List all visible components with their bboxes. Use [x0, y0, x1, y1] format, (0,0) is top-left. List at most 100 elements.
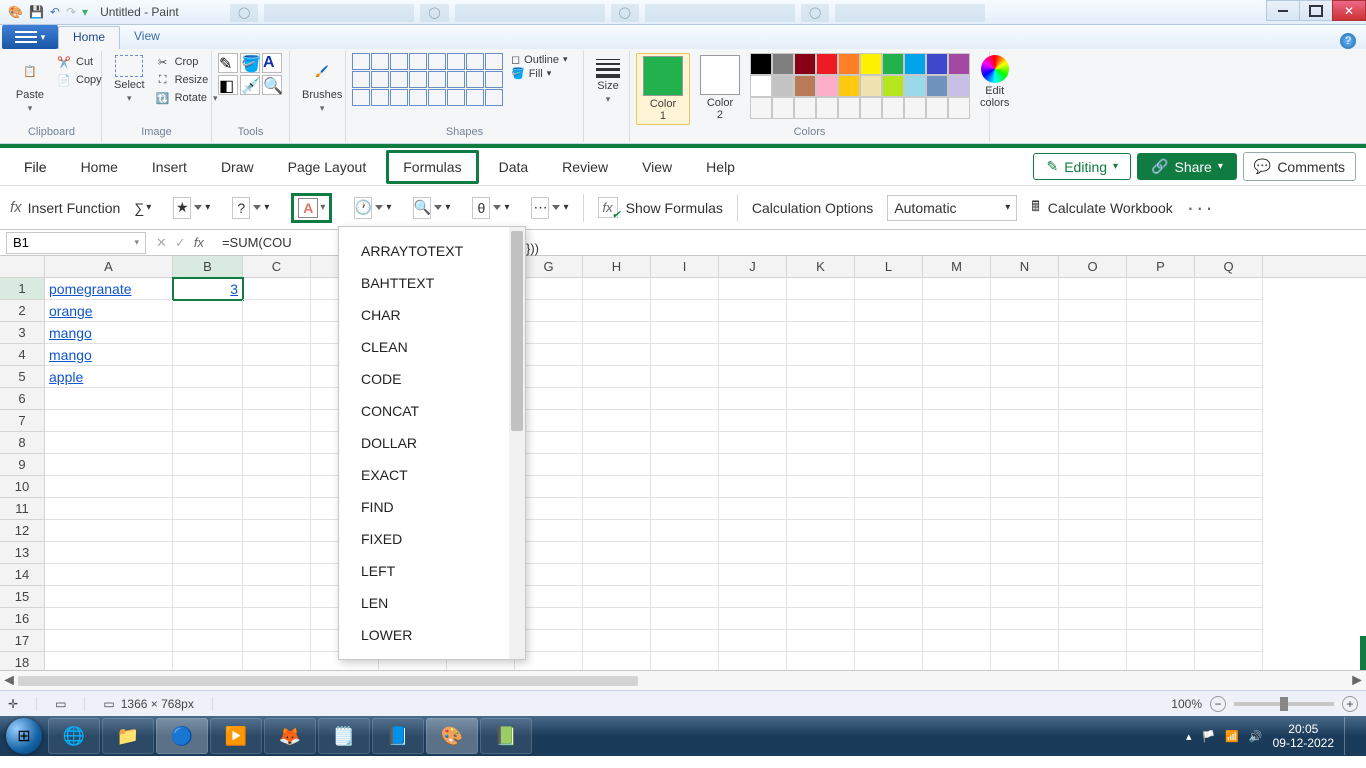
cell-J9[interactable]	[719, 454, 787, 476]
cell-Q9[interactable]	[1195, 454, 1263, 476]
help-icon[interactable]: ?	[1340, 33, 1356, 49]
cell-K15[interactable]	[787, 586, 855, 608]
tools-grid[interactable]: ✎ 🪣 A ◧ 💉 🔍	[218, 53, 282, 95]
color-swatch[interactable]	[860, 75, 882, 97]
cell-P3[interactable]	[1127, 322, 1195, 344]
cell-B11[interactable]	[173, 498, 243, 520]
row-header[interactable]: 15	[0, 586, 45, 608]
cell-I17[interactable]	[651, 630, 719, 652]
cell-A12[interactable]	[45, 520, 173, 542]
cell-I9[interactable]	[651, 454, 719, 476]
cell-M9[interactable]	[923, 454, 991, 476]
cell-K6[interactable]	[787, 388, 855, 410]
cell-K12[interactable]	[787, 520, 855, 542]
column-header-N[interactable]: N	[991, 256, 1059, 277]
cell-N8[interactable]	[991, 432, 1059, 454]
cell-H18[interactable]	[583, 652, 651, 670]
tab-data[interactable]: Data	[485, 153, 543, 181]
task-notes[interactable]: 🗒️	[318, 718, 370, 754]
cell-B10[interactable]	[173, 476, 243, 498]
cell-Q16[interactable]	[1195, 608, 1263, 630]
cell-L11[interactable]	[855, 498, 923, 520]
dropdown-item-arraytotext[interactable]: ARRAYTOTEXT	[339, 235, 525, 267]
cell-P7[interactable]	[1127, 410, 1195, 432]
dropdown-item-code[interactable]: CODE	[339, 363, 525, 395]
cell-A1[interactable]: pomegranate	[45, 278, 173, 300]
cell-C10[interactable]	[243, 476, 311, 498]
cell-N15[interactable]	[991, 586, 1059, 608]
cell-L5[interactable]	[855, 366, 923, 388]
cell-O10[interactable]	[1059, 476, 1127, 498]
cell-M18[interactable]	[923, 652, 991, 670]
cell-B8[interactable]	[173, 432, 243, 454]
color-swatch[interactable]	[816, 97, 838, 119]
cell-B13[interactable]	[173, 542, 243, 564]
cell-Q4[interactable]	[1195, 344, 1263, 366]
cell-I4[interactable]	[651, 344, 719, 366]
calc-mode-select[interactable]: Automatic▾	[887, 195, 1017, 221]
cell-J2[interactable]	[719, 300, 787, 322]
cell-Q18[interactable]	[1195, 652, 1263, 670]
cell-P14[interactable]	[1127, 564, 1195, 586]
cell-A7[interactable]	[45, 410, 173, 432]
cell-B5[interactable]	[173, 366, 243, 388]
scroll-track[interactable]	[18, 674, 1348, 688]
cell-A10[interactable]	[45, 476, 173, 498]
cell-Q14[interactable]	[1195, 564, 1263, 586]
row-header[interactable]: 3	[0, 322, 45, 344]
cell-C4[interactable]	[243, 344, 311, 366]
fx-icon[interactable]: fx	[194, 235, 204, 250]
dropdown-item-char[interactable]: CHAR	[339, 299, 525, 331]
cell-B9[interactable]	[173, 454, 243, 476]
cell-L2[interactable]	[855, 300, 923, 322]
zoom-out-button[interactable]: −	[1210, 696, 1226, 712]
bucket-icon[interactable]: 🪣	[240, 53, 260, 73]
cell-L17[interactable]	[855, 630, 923, 652]
column-header-J[interactable]: J	[719, 256, 787, 277]
cell-I6[interactable]	[651, 388, 719, 410]
paint-tab-home[interactable]: Home	[58, 26, 120, 49]
pencil-icon[interactable]: ✎	[218, 53, 238, 73]
redo-icon[interactable]: ↷	[66, 5, 76, 19]
cell-M8[interactable]	[923, 432, 991, 454]
cell-L16[interactable]	[855, 608, 923, 630]
cell-L10[interactable]	[855, 476, 923, 498]
cell-P16[interactable]	[1127, 608, 1195, 630]
cell-H15[interactable]	[583, 586, 651, 608]
dropdown-scrollbar[interactable]	[509, 227, 525, 659]
cell-A11[interactable]	[45, 498, 173, 520]
ribbon-overflow-button[interactable]: ···	[1187, 195, 1215, 221]
tray-expand-icon[interactable]: ▴	[1186, 730, 1192, 743]
cell-Q6[interactable]	[1195, 388, 1263, 410]
column-header-B[interactable]: B	[173, 256, 243, 277]
cell-C11[interactable]	[243, 498, 311, 520]
share-button[interactable]: 🔗Share▾	[1137, 153, 1237, 180]
dropdown-item-bahttext[interactable]: BAHTTEXT	[339, 267, 525, 299]
text-functions-dropdown[interactable]: ARRAYTOTEXTBAHTTEXTCHARCLEANCODECONCATDO…	[338, 226, 526, 660]
cell-O6[interactable]	[1059, 388, 1127, 410]
minimize-button[interactable]	[1266, 0, 1300, 21]
dropdown-item-exact[interactable]: EXACT	[339, 459, 525, 491]
cell-N16[interactable]	[991, 608, 1059, 630]
cell-Q12[interactable]	[1195, 520, 1263, 542]
color-swatch[interactable]	[904, 97, 926, 119]
cell-J1[interactable]	[719, 278, 787, 300]
row-header[interactable]: 10	[0, 476, 45, 498]
color-swatch[interactable]	[838, 75, 860, 97]
magnifier-icon[interactable]: 🔍	[262, 75, 282, 95]
row-header[interactable]: 11	[0, 498, 45, 520]
cell-C15[interactable]	[243, 586, 311, 608]
cell-B1[interactable]: 3	[173, 278, 243, 300]
color-swatch[interactable]	[882, 75, 904, 97]
cell-L1[interactable]	[855, 278, 923, 300]
cell-L8[interactable]	[855, 432, 923, 454]
cell-M4[interactable]	[923, 344, 991, 366]
cell-N14[interactable]	[991, 564, 1059, 586]
cell-I5[interactable]	[651, 366, 719, 388]
cell-C18[interactable]	[243, 652, 311, 670]
row-header[interactable]: 7	[0, 410, 45, 432]
network-icon[interactable]: 📶	[1225, 730, 1239, 743]
cell-A3[interactable]: mango	[45, 322, 173, 344]
cell-C16[interactable]	[243, 608, 311, 630]
cell-O2[interactable]	[1059, 300, 1127, 322]
